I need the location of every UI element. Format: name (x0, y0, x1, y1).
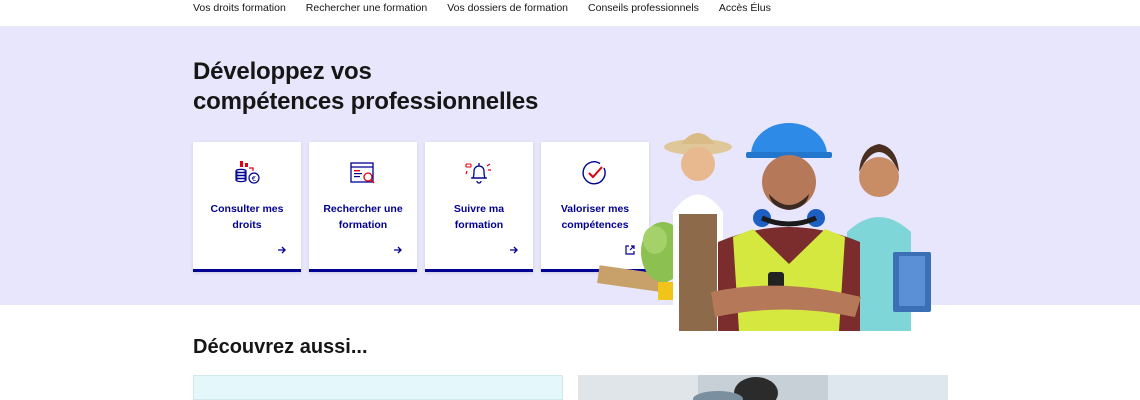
card-label-line-2: formation (454, 218, 504, 231)
hero-section: Développez vos compétences professionnel… (0, 26, 1140, 331)
card-consulter-droits[interactable]: € Consulter mes droits (193, 142, 301, 272)
arrow-right-icon (510, 246, 518, 254)
card-label-line-1: Rechercher une (323, 203, 403, 215)
discover-card-right[interactable] (578, 375, 948, 400)
card-label: Suivre ma formation (431, 202, 527, 233)
arrow-right-icon (394, 246, 402, 254)
nav-item-droits-formation[interactable]: Vos droits formation (193, 1, 286, 15)
nav-item-rechercher-formation[interactable]: Rechercher une formation (306, 1, 427, 15)
workers-illustration (597, 123, 931, 331)
hero-title-line-2: compétences professionnelles (193, 88, 539, 115)
nav-item-conseils-professionnels[interactable]: Conseils professionnels (588, 1, 699, 15)
svg-text:€: € (252, 175, 256, 183)
hero-title-line-1: Développez vos (193, 58, 372, 85)
discover-card-left[interactable] (193, 375, 563, 400)
hero-title: Développez vos compétences professionnel… (193, 57, 538, 117)
top-navigation: Vos droits formation Rechercher une form… (0, 0, 1140, 26)
card-label-line-1: Suivre ma (453, 203, 505, 215)
nav-list: Vos droits formation Rechercher une form… (193, 1, 791, 15)
search-document-icon (350, 162, 375, 184)
card-suivre-formation[interactable]: Suivre ma formation (425, 142, 533, 272)
card-label-line-2: droits (232, 218, 262, 231)
nav-item-dossiers-formation[interactable]: Vos dossiers de formation (447, 1, 568, 15)
discover-photo (578, 375, 948, 400)
card-label-line-1: Consulter mes (210, 203, 284, 215)
notification-bell-icon (465, 163, 491, 184)
arrow-right-icon (278, 246, 286, 254)
card-rechercher-formation[interactable]: Rechercher une formation (309, 142, 417, 272)
discover-title: Découvrez aussi... (193, 336, 368, 358)
card-label-line-2: formation (338, 218, 388, 231)
nav-item-acces-elus[interactable]: Accès Élus (719, 1, 771, 15)
card-label: Rechercher une formation (315, 202, 411, 233)
coins-euro-icon: € (235, 161, 260, 184)
card-label: Consulter mes droits (199, 202, 295, 233)
